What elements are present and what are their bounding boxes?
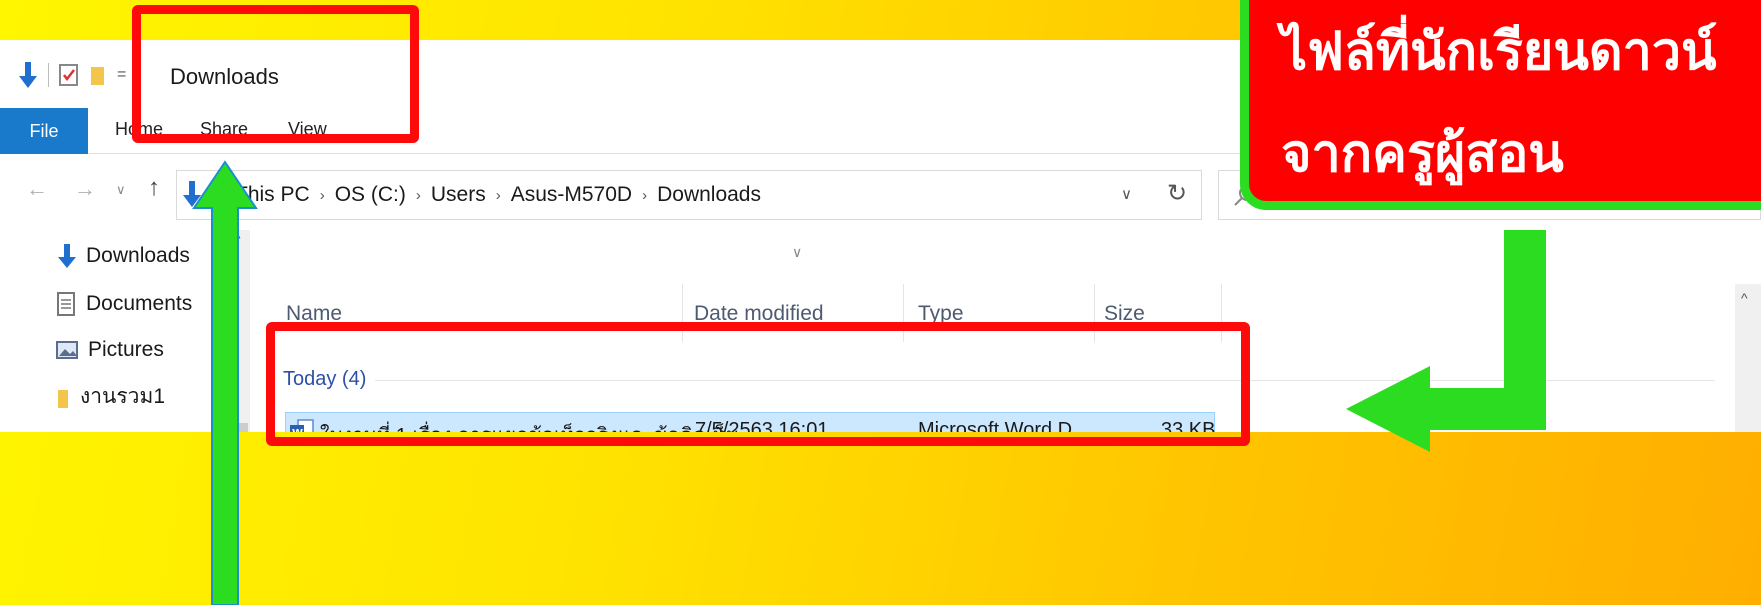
- address-dropdown-icon[interactable]: ∨: [1121, 185, 1132, 203]
- customize-toolbar-icon[interactable]: =: [117, 66, 126, 84]
- breadcrumb: This PC › OS (C:) › Users › Asus-M570D ›…: [235, 183, 761, 207]
- nav-item-label: Pictures: [88, 338, 164, 361]
- recent-locations-chevron-icon[interactable]: ∨: [116, 182, 126, 198]
- breadcrumb-chevron-icon[interactable]: ›: [642, 187, 647, 204]
- pictures-icon: [56, 341, 78, 359]
- back-arrow-icon[interactable]: ←: [26, 176, 48, 202]
- nav-item-label: Downloads: [86, 244, 190, 267]
- title-highlight-box: [132, 5, 419, 143]
- breadcrumb-downloads[interactable]: Downloads: [657, 183, 761, 207]
- file-list-scrollbar[interactable]: ^: [1735, 284, 1761, 432]
- tab-file[interactable]: File: [0, 108, 88, 154]
- scroll-up-icon[interactable]: ^: [1741, 290, 1748, 306]
- callout-line-2: จากครูผู้สอน: [1281, 124, 1564, 184]
- instruction-callout: ไฟล์ที่นักเรียนดาวน์ จากครูผู้สอน: [1240, 0, 1761, 210]
- download-arrow-icon[interactable]: [18, 62, 38, 88]
- new-folder-icon[interactable]: [89, 63, 107, 87]
- breadcrumb-user[interactable]: Asus-M570D: [511, 183, 632, 207]
- address-bar[interactable]: This PC › OS (C:) › Users › Asus-M570D ›…: [176, 170, 1202, 220]
- sort-chevron-icon: ∨: [792, 244, 803, 260]
- breadcrumb-chevron-icon[interactable]: ›: [320, 187, 325, 204]
- nav-item-folder[interactable]: งานรวม1: [56, 380, 165, 413]
- properties-check-icon[interactable]: [59, 63, 79, 87]
- folder-icon: [58, 389, 68, 408]
- callout-line-1: ไฟล์ที่นักเรียนดาวน์: [1281, 22, 1717, 82]
- up-arrow-icon[interactable]: ↑: [148, 174, 160, 202]
- nav-item-pictures[interactable]: Pictures: [56, 338, 164, 362]
- nav-item-label: Documents: [86, 292, 193, 315]
- file-highlight-box: [266, 322, 1250, 446]
- toolbar-divider: [48, 63, 49, 87]
- documents-icon: [57, 292, 75, 316]
- downloads-icon: [58, 244, 76, 268]
- breadcrumb-chevron-icon[interactable]: ›: [416, 187, 421, 204]
- nav-item-downloads[interactable]: Downloads: [58, 244, 190, 268]
- nav-item-label: งานรวม1: [80, 385, 165, 408]
- up-arrow-pointer-icon: [192, 160, 258, 605]
- nav-item-documents[interactable]: Documents: [56, 292, 192, 316]
- breadcrumb-drive[interactable]: OS (C:): [335, 183, 406, 207]
- forward-arrow-icon[interactable]: →: [74, 176, 96, 202]
- breadcrumb-chevron-icon[interactable]: ›: [496, 187, 501, 204]
- quick-access-toolbar: =: [18, 62, 138, 88]
- refresh-icon[interactable]: ↻: [1167, 179, 1187, 208]
- breadcrumb-users[interactable]: Users: [431, 183, 486, 207]
- left-arrow-pointer-icon: [1346, 230, 1546, 452]
